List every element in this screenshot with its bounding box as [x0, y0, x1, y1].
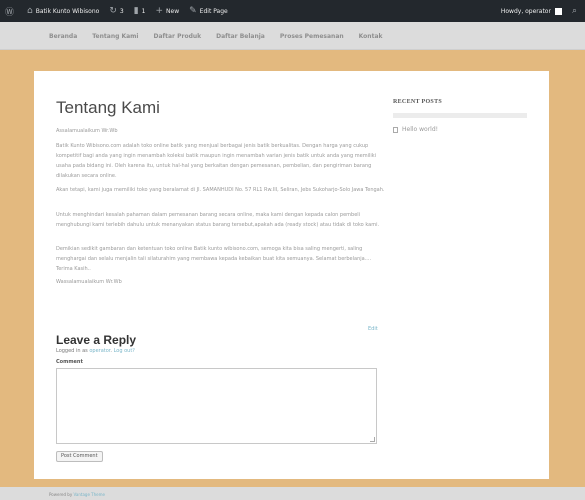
paragraph-greeting: Assalamualaikum Wr.Wb: [56, 128, 118, 134]
new-label: New: [166, 7, 180, 15]
powered-by: Powered by Vantage Theme: [49, 492, 105, 497]
nav-item-daftar-belanja[interactable]: Daftar Belanja: [216, 33, 265, 40]
recent-post-item[interactable]: Hello world!: [393, 126, 438, 133]
nav-item-tentang-kami[interactable]: Tentang Kami: [92, 33, 138, 40]
edit-page-label: Edit Page: [199, 7, 228, 15]
separator-dot: .: [110, 348, 112, 354]
recent-posts-title: RECENT POSTS: [393, 99, 443, 105]
main-navigation: Beranda Tentang Kami Daftar Produk Dafta…: [0, 22, 585, 50]
widget-divider: [393, 113, 527, 118]
comment-icon: ▮: [133, 6, 139, 16]
site-name-button[interactable]: ⌂ Batik Kunto Wibisono: [22, 0, 104, 22]
logged-in-prefix: Logged in as: [56, 348, 88, 354]
comment-label: Comment: [56, 359, 83, 365]
wordpress-icon: Ⓦ: [5, 7, 15, 18]
theme-link[interactable]: Vantage Theme: [73, 492, 105, 497]
paragraph-farewell: Wassalamualaikum Wr.Wb: [56, 279, 122, 285]
logout-link[interactable]: Log out?: [114, 348, 135, 354]
nav-item-daftar-produk[interactable]: Daftar Produk: [153, 33, 201, 40]
search-button[interactable]: ⌕: [567, 0, 585, 22]
edit-link[interactable]: Edit: [368, 326, 378, 332]
nav-item-beranda[interactable]: Beranda: [49, 33, 77, 40]
content-card: Tentang Kami Assalamualaikum Wr.Wb Batik…: [34, 71, 549, 479]
greeting-label: Howdy, operator: [500, 7, 551, 15]
updates-count: 3: [119, 7, 124, 15]
comment-textarea[interactable]: [56, 368, 377, 444]
page-title: Tentang Kami: [56, 98, 160, 117]
site-name-label: Batik Kunto Wibisono: [35, 7, 100, 15]
wp-logo-button[interactable]: Ⓦ: [0, 0, 22, 22]
reply-title: Leave a Reply: [56, 333, 137, 347]
nav-menu: Beranda Tentang Kami Daftar Produk Dafta…: [49, 22, 398, 50]
avatar: [554, 7, 562, 15]
comments-button[interactable]: ▮ 1: [129, 0, 151, 22]
admin-bar: Ⓦ ⌂ Batik Kunto Wibisono ↻ 3 ▮ 1 + New ✎…: [0, 0, 585, 22]
plus-icon: +: [155, 6, 164, 16]
updates-icon: ↻: [109, 6, 117, 16]
edit-page-button[interactable]: ✎ Edit Page: [184, 0, 233, 22]
paragraph-address: Akan tetapi, kami juga memiliki toko yan…: [56, 187, 385, 193]
profile-link[interactable]: operator: [89, 348, 110, 354]
nav-item-proses-pemesanan[interactable]: Proses Pemesanan: [280, 33, 344, 40]
post-comment-button[interactable]: Post Comment: [56, 451, 103, 462]
paragraph-intro: Batik Kunto Wibisono.com adalah toko onl…: [56, 143, 377, 179]
search-icon: ⌕: [571, 6, 577, 16]
updates-button[interactable]: ↻ 3: [104, 0, 128, 22]
paragraph-closing: Demikian sedikit gambaran dan ketentuan …: [56, 246, 372, 272]
document-icon: [393, 126, 398, 133]
nav-item-kontak[interactable]: Kontak: [359, 33, 383, 40]
new-content-button[interactable]: + New: [150, 0, 184, 22]
account-menu[interactable]: Howdy, operator: [496, 0, 567, 22]
recent-post-label: Hello world!: [402, 126, 439, 133]
site-footer: Powered by Vantage Theme: [0, 487, 585, 500]
paragraph-ordering: Untuk menghindari kesalah pahaman dalam …: [56, 212, 380, 228]
comments-count: 1: [141, 7, 146, 15]
home-icon: ⌂: [27, 6, 33, 16]
logged-in-as: Logged in as operator. Log out?: [56, 348, 135, 354]
resize-handle[interactable]: [370, 437, 375, 442]
powered-prefix: Powered by: [49, 492, 73, 497]
pencil-icon: ✎: [189, 6, 197, 16]
